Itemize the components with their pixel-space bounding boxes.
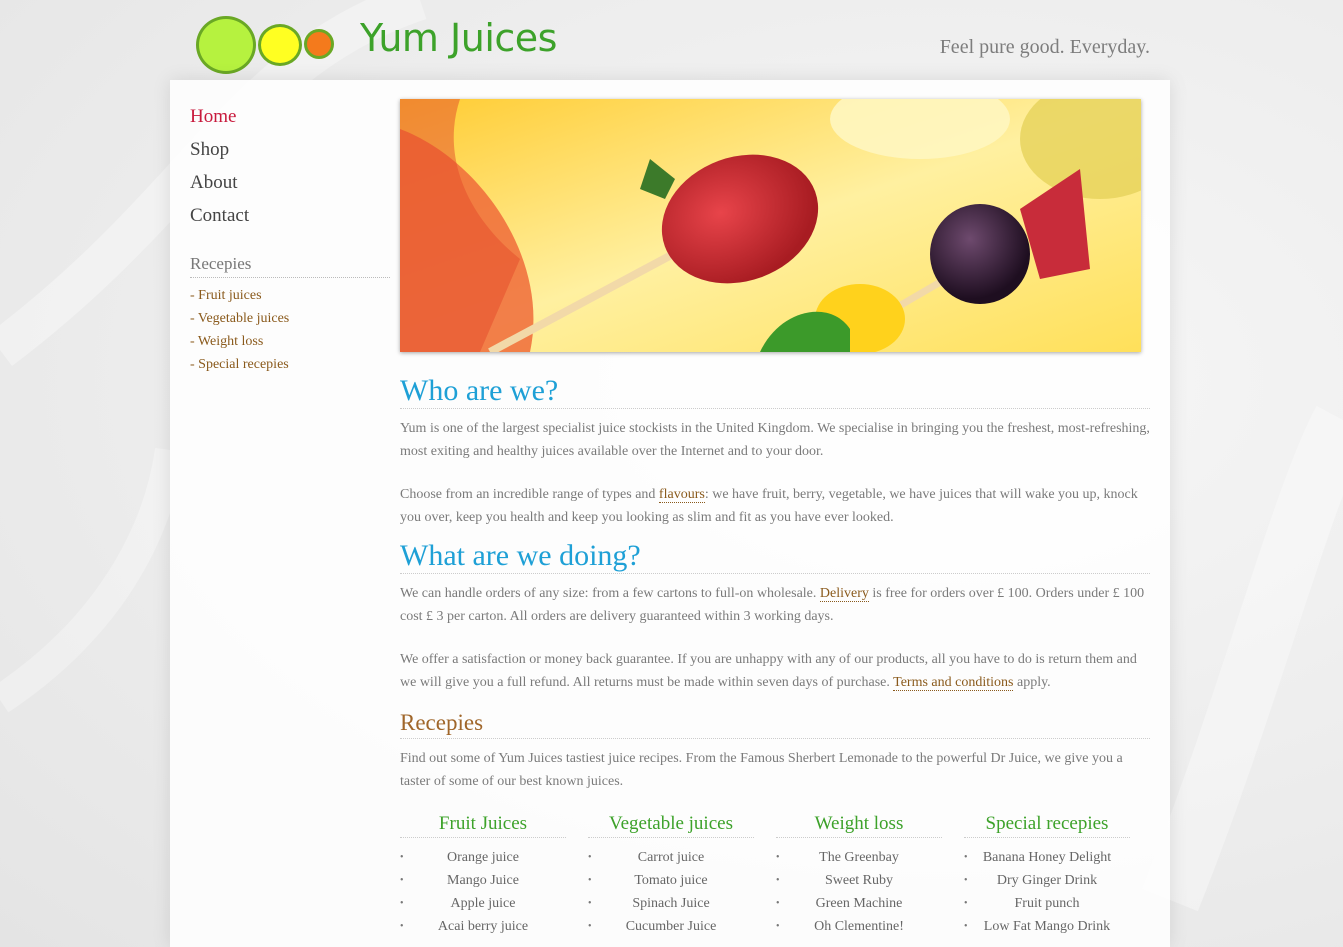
doing-heading: What are we doing? [400,539,1150,574]
list-item[interactable]: The Greenbay [776,846,942,869]
list-item[interactable]: Orange juice [400,846,566,869]
list-item[interactable]: Tomato juice [588,869,754,892]
list-item[interactable]: Mango Juice [400,869,566,892]
recipe-column-vegetable: Vegetable juices Carrot juice Tomato jui… [588,811,754,938]
nav-item-about[interactable]: About [190,170,390,203]
tagline: Feel pure good. Everyday. [939,36,1150,58]
recipe-column-title: Fruit Juices [400,811,566,838]
recipe-list: Carrot juice Tomato juice Spinach Juice … [588,846,754,938]
nav-item-home[interactable]: Home [190,104,390,137]
list-item[interactable]: Cucumber Juice [588,915,754,938]
sidebar-recipes-heading: Recepies [190,254,390,278]
recipe-column-title: Special recepies [964,811,1130,838]
content-container: Home Shop About Contact Recepies - Fruit… [170,80,1170,947]
recipe-column-weight-loss: Weight loss The Greenbay Sweet Ruby Gree… [776,811,942,938]
recipe-list: Orange juice Mango Juice Apple juice Aca… [400,846,566,938]
doing-p2-text-after: apply. [1013,675,1051,690]
recipe-columns: Fruit Juices Orange juice Mango Juice Ap… [400,811,1150,938]
recipe-column-fruit: Fruit Juices Orange juice Mango Juice Ap… [400,811,566,938]
recipe-column-title: Weight loss [776,811,942,838]
recipes-heading: Recepies [400,708,1150,739]
sidebar-item-vegetable-juices: - Vegetable juices [190,307,390,330]
flavours-link[interactable]: flavours [658,487,705,503]
site-header: Yum Juices Feel pure good. Everyday. [170,0,1170,80]
recipe-list: Banana Honey Delight Dry Ginger Drink Fr… [964,846,1130,938]
doing-p1-text-before: We can handle orders of any size: from a… [400,586,820,601]
doing-paragraph-2: We offer a satisfaction or money back gu… [400,648,1150,694]
list-item[interactable]: Spinach Juice [588,892,754,915]
sidebar-link-special-recepies[interactable]: - Special recepies [190,357,289,372]
terms-link[interactable]: Terms and conditions [893,675,1014,691]
list-item[interactable]: Fruit punch [964,892,1130,915]
list-item[interactable]: Acai berry juice [400,915,566,938]
list-item[interactable]: Oh Clementine! [776,915,942,938]
main-nav: Home Shop About Contact [190,104,390,236]
list-item[interactable]: Banana Honey Delight [964,846,1130,869]
sidebar-item-weight-loss: - Weight loss [190,330,390,353]
sidebar: Home Shop About Contact Recepies - Fruit… [190,104,390,376]
sidebar-link-vegetable-juices[interactable]: - Vegetable juices [190,311,289,326]
sidebar-link-fruit-juices[interactable]: - Fruit juices [190,288,262,303]
who-p2-text-before: Choose from an incredible range of types… [400,487,659,502]
recipes-paragraph: Find out some of Yum Juices tastiest jui… [400,751,1123,789]
nav-item-shop[interactable]: Shop [190,137,390,170]
list-item[interactable]: Green Machine [776,892,942,915]
doing-paragraph-1: We can handle orders of any size: from a… [400,582,1150,628]
list-item[interactable]: Dry Ginger Drink [964,869,1130,892]
who-paragraph-1: Yum is one of the largest specialist jui… [400,421,1150,459]
recipe-column-special: Special recepies Banana Honey Delight Dr… [964,811,1130,938]
sidebar-link-weight-loss[interactable]: - Weight loss [190,334,263,349]
main-content: Who are we? Yum is one of the largest sp… [400,99,1150,938]
list-item[interactable]: Apple juice [400,892,566,915]
sidebar-item-special-recepies: - Special recepies [190,353,390,376]
sidebar-item-fruit-juices: - Fruit juices [190,284,390,307]
logo-text[interactable]: Yum Juices [360,16,557,60]
recipe-column-title: Vegetable juices [588,811,754,838]
logo-icon[interactable] [196,16,336,74]
recipe-list: The Greenbay Sweet Ruby Green Machine Oh… [776,846,942,938]
sidebar-recipes-list: - Fruit juices - Vegetable juices - Weig… [190,284,390,376]
list-item[interactable]: Carrot juice [588,846,754,869]
list-item[interactable]: Low Fat Mango Drink [964,915,1130,938]
delivery-link[interactable]: Delivery [819,586,869,602]
who-heading: Who are we? [400,374,1150,409]
who-paragraph-2: Choose from an incredible range of types… [400,483,1150,529]
hero-image [400,99,1141,352]
list-item[interactable]: Sweet Ruby [776,869,942,892]
nav-item-contact[interactable]: Contact [190,203,390,236]
